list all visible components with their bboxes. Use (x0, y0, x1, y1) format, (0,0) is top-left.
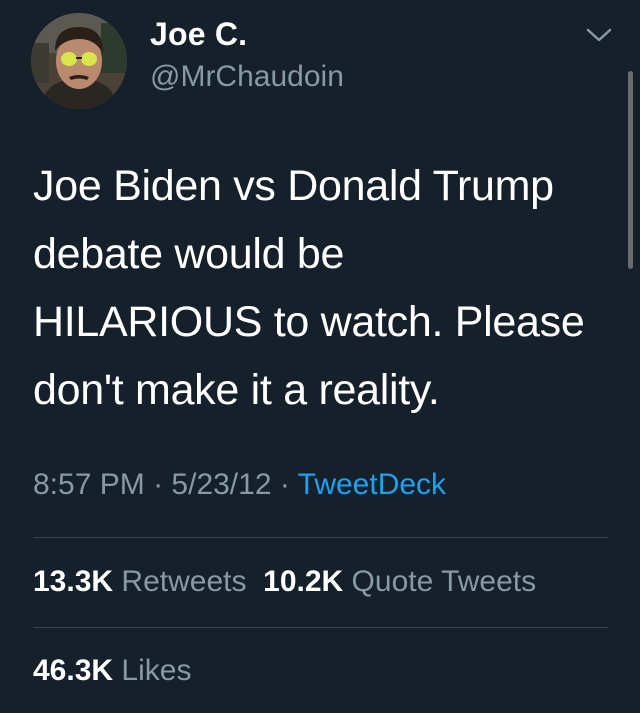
avatar[interactable] (31, 13, 127, 109)
retweets-label: Retweets (121, 565, 247, 598)
more-options-button[interactable] (584, 24, 614, 46)
likes-stats: 46.3K Likes (33, 654, 191, 688)
retweets-stat[interactable]: 13.3K Retweets (33, 565, 246, 598)
meta-separator: · (279, 468, 290, 501)
divider (33, 627, 608, 628)
user-handle[interactable]: @MrChaudoin (150, 60, 344, 94)
quote-tweets-stat[interactable]: 10.2K Quote Tweets (263, 565, 536, 598)
tweet-line: HILARIOUS to watch. Please (33, 298, 585, 346)
quotes-count: 10.2K (263, 565, 344, 598)
tweet-time[interactable]: 8:57 PM (33, 468, 145, 501)
tweet-line: debate would be (33, 230, 345, 278)
tweet-meta: 8:57 PM · 5/23/12 · TweetDeck (33, 468, 446, 502)
tweet-line: don't make it a reality. (33, 366, 440, 414)
quotes-label: Quote Tweets (351, 565, 537, 598)
scrollbar[interactable] (628, 71, 633, 269)
engagement-stats: 13.3K Retweets 10.2K Quote Tweets (33, 565, 536, 599)
tweet-line: Joe Biden vs Donald Trump (33, 162, 554, 210)
chevron-down-icon (586, 28, 612, 42)
tweet-date[interactable]: 5/23/12 (171, 468, 271, 501)
likes-count: 46.3K (33, 654, 114, 687)
profile-photo-icon (31, 13, 127, 109)
tweet-text: Joe Biden vs Donald Trump debate would b… (33, 152, 613, 424)
divider (33, 537, 608, 538)
likes-label: Likes (121, 654, 192, 687)
likes-stat[interactable]: 46.3K Likes (33, 654, 191, 687)
retweets-count: 13.3K (33, 565, 114, 598)
tweet-source-link[interactable]: TweetDeck (298, 468, 446, 501)
display-name[interactable]: Joe C. (150, 16, 247, 53)
meta-separator: · (153, 468, 164, 501)
